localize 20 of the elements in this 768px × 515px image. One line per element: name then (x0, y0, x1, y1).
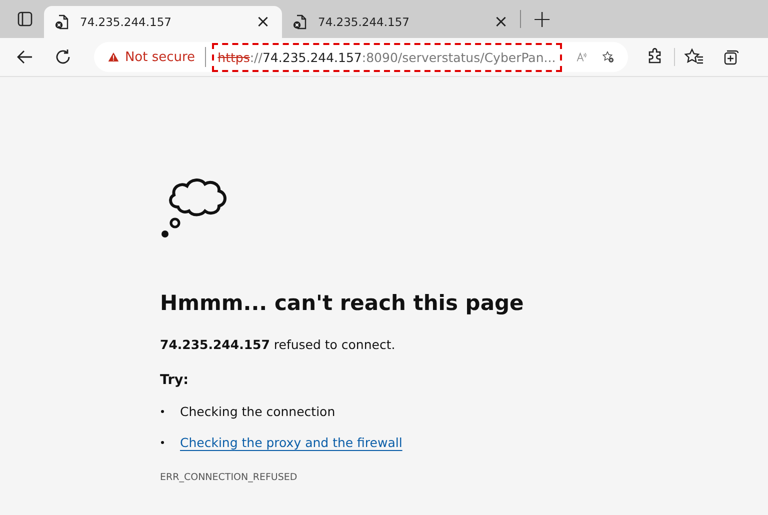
suggestion-link[interactable]: Checking the proxy and the firewall (180, 435, 402, 450)
error-message: 74.235.244.157 refused to connect. (160, 337, 396, 352)
bullet-dot (161, 410, 164, 413)
try-label: Try: (160, 372, 190, 388)
suggestion-text: Checking the connection (180, 404, 336, 419)
error-heading: Hmmm... can't reach this page (160, 291, 525, 315)
close-tab-button[interactable]: × (492, 12, 510, 32)
tab-title: 74.235.244.157 (80, 15, 172, 29)
page-error-icon (292, 14, 308, 30)
bullet-dot (161, 441, 164, 444)
browser-tab[interactable]: 74.235.244.157 × (44, 6, 282, 38)
not-secure-label[interactable]: Not secure (124, 50, 196, 64)
browser-tab[interactable]: 74.235.244.157 × (282, 6, 520, 38)
address-bar[interactable]: Not secure https://74.235.244.157:8090/serverstatus/CyberPan... (94, 42, 628, 72)
new-tab-button[interactable]: + (529, 5, 555, 33)
page-error-icon (54, 14, 70, 30)
tab-title: 74.235.244.157 (318, 15, 410, 29)
error-code: ERR_CONNECTION_REFUSED (160, 472, 298, 483)
close-tab-button[interactable]: × (254, 12, 272, 32)
url-text[interactable]: https://74.235.244.157:8090/serverstatus/CyberPan... (212, 42, 562, 72)
